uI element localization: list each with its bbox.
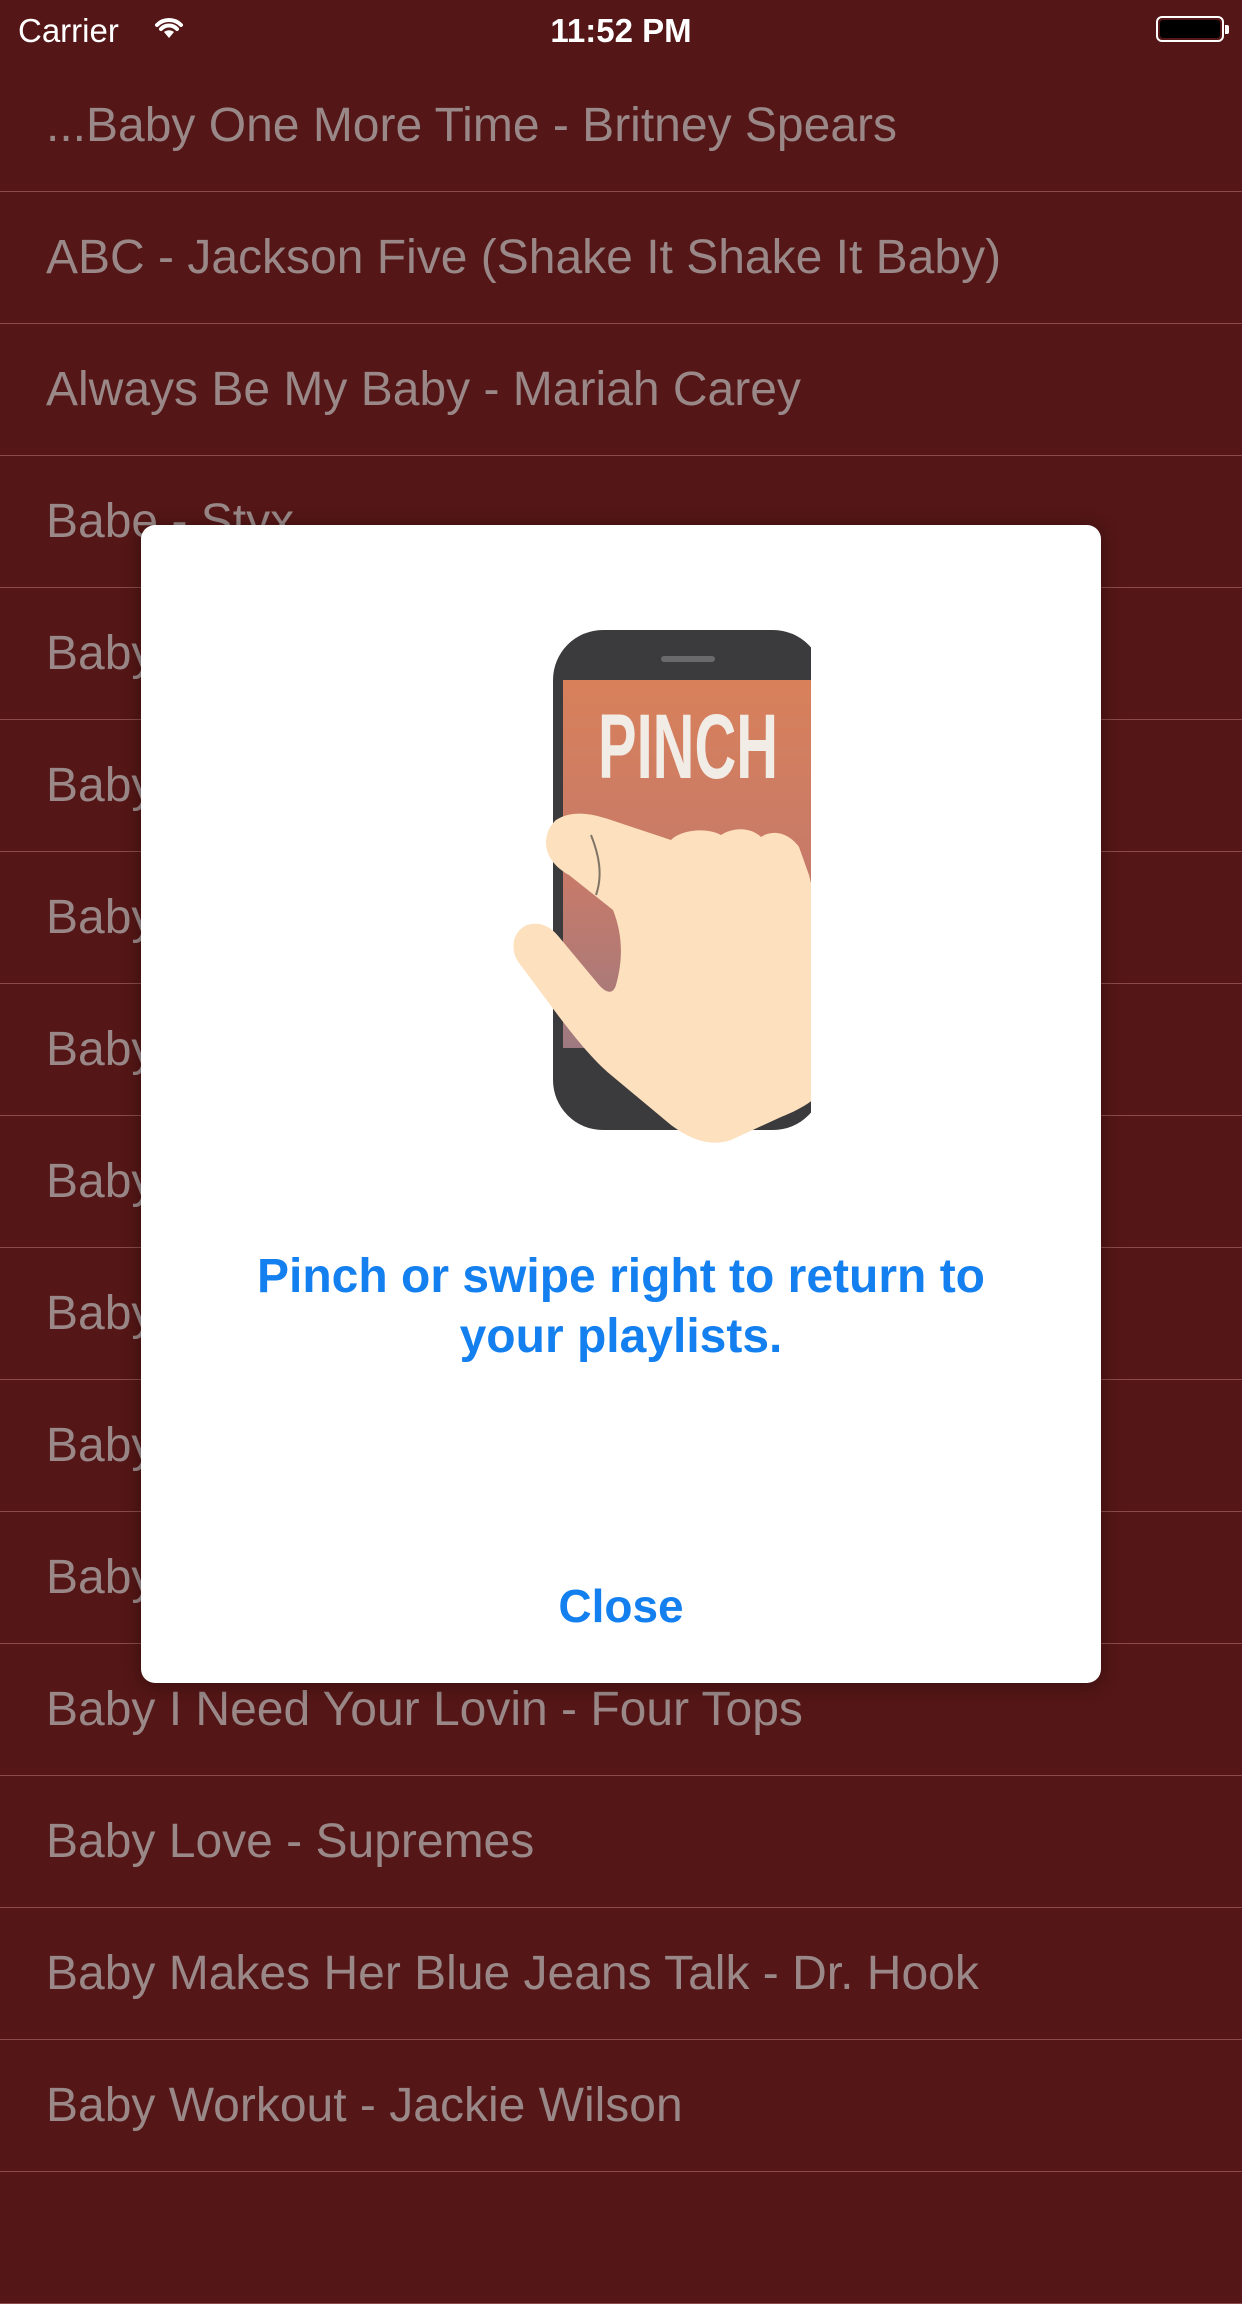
- pinch-tutorial-dialog: PINCH Pinch or swipe right to return to …: [141, 525, 1101, 1683]
- pinch-gesture-illustration: PINCH: [513, 630, 811, 1143]
- pinch-word: PINCH: [598, 696, 778, 798]
- close-button[interactable]: Close: [141, 1545, 1101, 1665]
- dim-overlay: PINCH Pinch or swipe right to return to …: [0, 0, 1242, 2208]
- tutorial-message: Pinch or swipe right to return to your p…: [256, 1250, 985, 1363]
